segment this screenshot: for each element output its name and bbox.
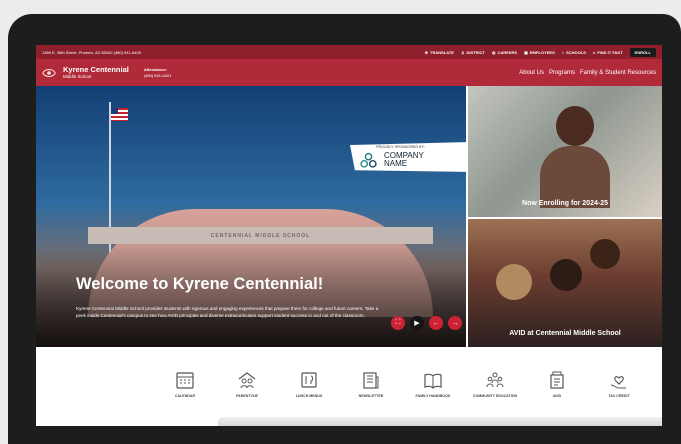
avid-icon: [550, 371, 564, 389]
careers-link[interactable]: ◍ CAREERS: [492, 50, 517, 55]
quicklink-lunch-menus[interactable]: LUNCH MENUS: [285, 370, 333, 399]
sponsor-label: PROUDLY SPONSORED BY:: [376, 145, 425, 149]
nav-programs[interactable]: Programs: [549, 70, 575, 76]
company-logo-icon: [360, 152, 377, 168]
find-it-fast-link[interactable]: ⌕ FIND IT FAST: [593, 50, 623, 55]
quicklink-newsletter[interactable]: NEWSLETTER: [347, 370, 395, 399]
nav-about-us[interactable]: About Us: [519, 70, 544, 76]
avid-caption: AVID at Centennial Middle School: [509, 330, 621, 337]
student-head: [556, 106, 594, 146]
handbook-icon: [424, 373, 442, 389]
school-subtitle: Middle School: [63, 74, 92, 79]
main-nav: About Us Programs Family & Student Resou…: [519, 70, 656, 76]
enrollment-caption: Now Enrolling for 2024-25: [522, 200, 608, 207]
next-button[interactable]: →: [448, 316, 462, 330]
american-flag: [111, 108, 128, 121]
main-header: Kyrene Centennial Middle School Attendan…: [36, 59, 662, 86]
previous-button[interactable]: ←: [429, 316, 443, 330]
quicklink-community-education[interactable]: COMMUNITY EDUCATION: [471, 370, 519, 399]
student-group-1: [496, 264, 532, 300]
hero-description: Kyrene Centennial Middle School provides…: [76, 306, 379, 318]
hero-overlay: [36, 246, 466, 347]
translate-link[interactable]: ⊕ TRANSLATE: [425, 50, 454, 55]
employees-link[interactable]: ▣ EMPLOYEES: [524, 50, 555, 55]
schools-icon: ⌂: [561, 49, 565, 55]
employees-icon: ▣: [524, 49, 528, 55]
avid-panel[interactable]: AVID at Centennial Middle School: [468, 219, 662, 347]
lunch-menu-icon: [301, 372, 317, 388]
school-name-block[interactable]: Kyrene Centennial Middle School: [63, 64, 129, 80]
newsletter-icon: [363, 372, 379, 389]
slider-controls: ⛶ ▶ ← →: [391, 316, 462, 330]
screen: 1369 E. 36th Street, Phoenix, AZ 85040 (…: [36, 45, 662, 426]
hero-banner: CENTENNIAL MIDDLE SCHOOL Welcome to Kyre…: [36, 86, 466, 347]
quicklink-family-handbook[interactable]: FAMILY HANDBOOK: [409, 370, 457, 399]
school-logo-icon[interactable]: [41, 66, 57, 80]
expand-button[interactable]: ⛶: [391, 316, 405, 330]
parentvue-icon: [238, 372, 256, 389]
enrollment-panel[interactable]: Now Enrolling for 2024-25: [468, 86, 662, 217]
calendar-icon: [176, 372, 194, 389]
attendance-block: Attendance: (480) 541-6401: [144, 67, 171, 79]
enroll-button[interactable]: ENROLL: [629, 47, 656, 57]
quicklink-tax-credit[interactable]: TAX CREDIT: [595, 370, 643, 399]
translate-icon: ⊕: [424, 49, 429, 55]
quicklink-calendar[interactable]: CALENDAR: [161, 370, 209, 399]
address-text: 1369 E. 36th Street, Phoenix, AZ 85040 (…: [42, 49, 141, 55]
hero-title: Welcome to Kyrene Centennial!: [76, 275, 324, 293]
content-card-edge: [218, 417, 662, 426]
district-link[interactable]: ♙ DISTRICT: [461, 50, 485, 55]
building-sign: CENTENNIAL MIDDLE SCHOOL: [88, 227, 433, 244]
community-icon: [486, 372, 504, 388]
careers-icon: ◍: [492, 49, 496, 55]
tax-credit-icon: [610, 376, 626, 389]
sponsor-badge[interactable]: PROUDLY SPONSORED BY: COMPANY NAME: [350, 142, 466, 172]
quick-links: CALENDAR PARENTVUE LUNCH MENUS NEWSLETTE…: [161, 370, 643, 399]
company-name: COMPANY NAME: [384, 151, 424, 168]
student-group-2: [550, 259, 582, 291]
quicklink-parentvue[interactable]: PARENTVUE: [223, 370, 271, 399]
quicklink-avid[interactable]: AVID: [533, 370, 581, 399]
attendance-phone[interactable]: (480) 541-6401: [144, 73, 171, 79]
schools-link[interactable]: ⌂ SCHOOLS: [562, 50, 586, 55]
school-name: Kyrene Centennial: [63, 64, 129, 74]
district-icon: ♙: [460, 49, 465, 55]
student-group-3: [590, 239, 620, 269]
student-body: [540, 146, 610, 208]
nav-family-student-resources[interactable]: Family & Student Resources: [580, 70, 656, 76]
play-button[interactable]: ▶: [410, 316, 424, 330]
search-icon: ⌕: [592, 49, 596, 55]
utility-bar: 1369 E. 36th Street, Phoenix, AZ 85040 (…: [36, 45, 662, 59]
